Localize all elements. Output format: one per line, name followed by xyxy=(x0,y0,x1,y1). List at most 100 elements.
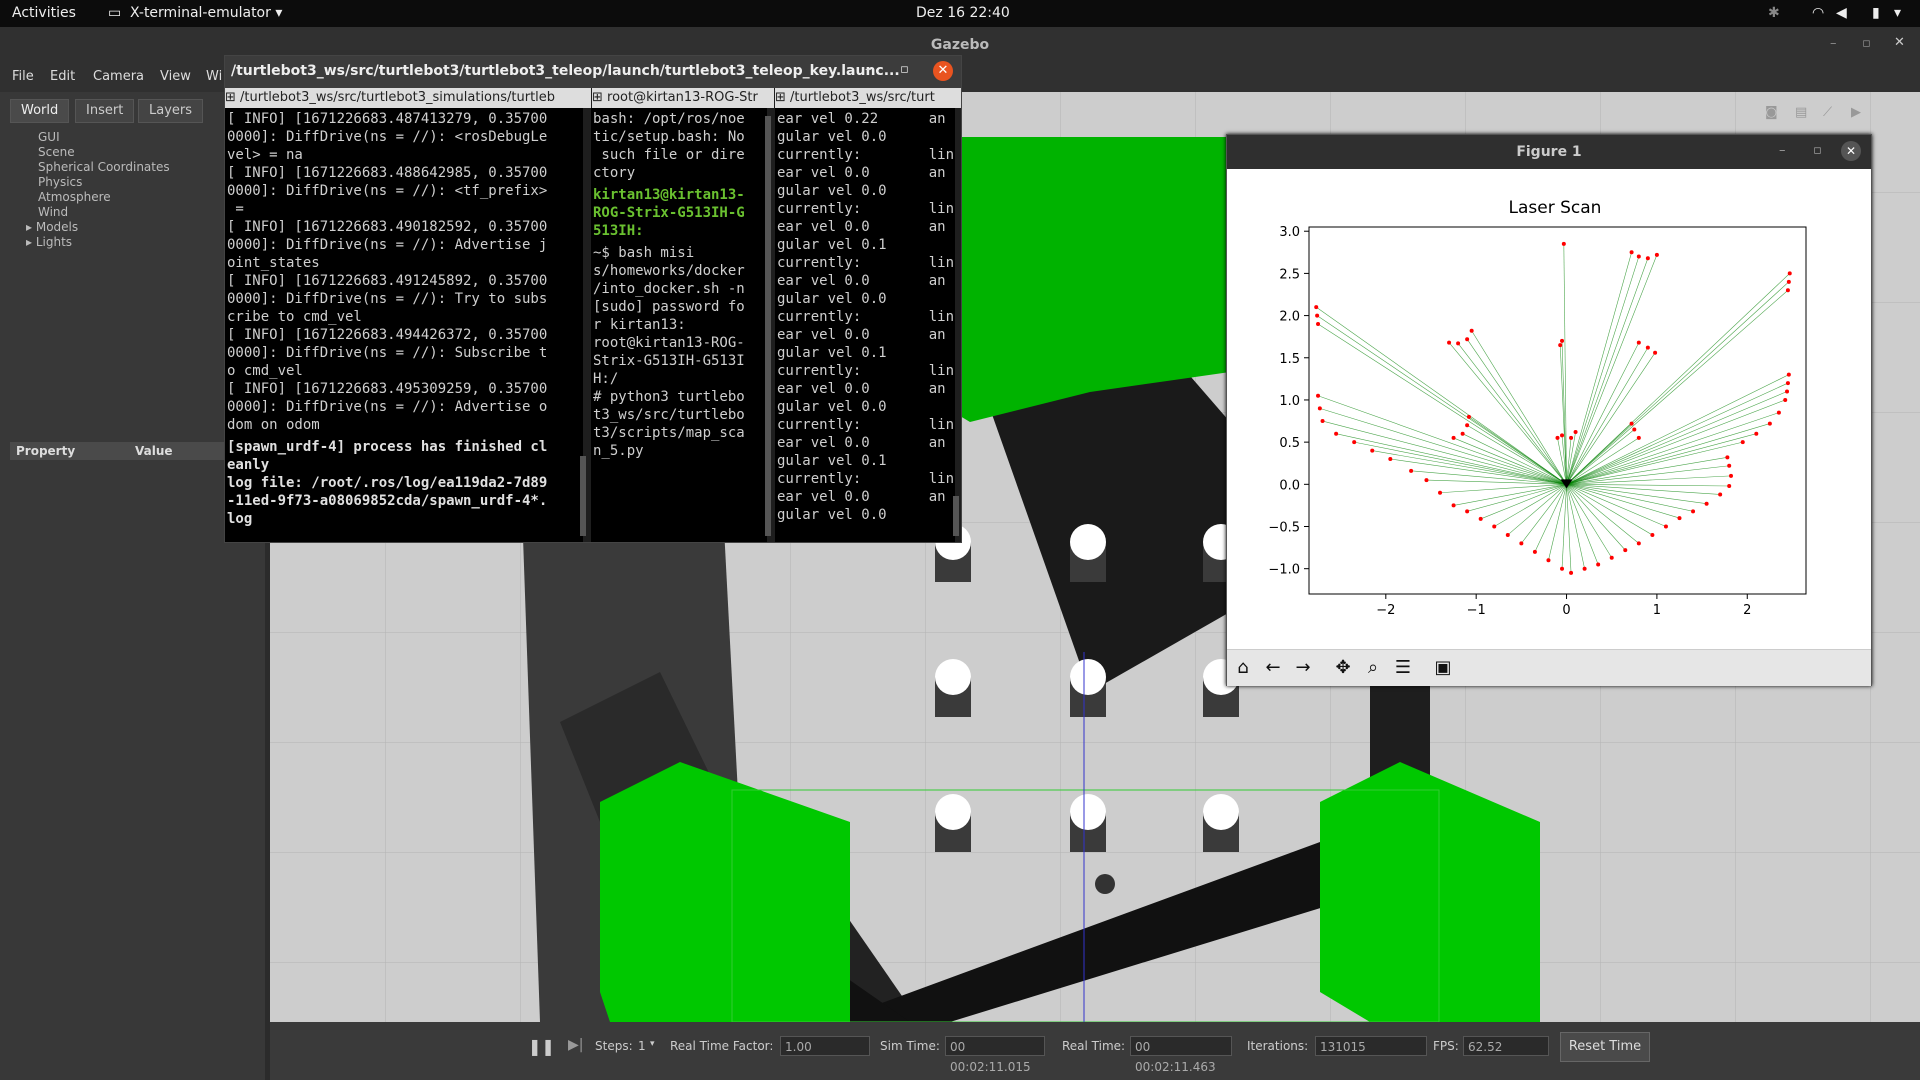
step-icon[interactable]: ▶| xyxy=(568,1037,583,1053)
scan-point xyxy=(1650,532,1655,537)
iterations-label: Iterations: xyxy=(1247,1039,1309,1053)
scan-point xyxy=(1677,516,1682,521)
scan-point xyxy=(1560,566,1565,571)
steps-label: Steps: xyxy=(595,1039,633,1053)
scan-point xyxy=(1465,337,1470,342)
terminal-tab-3-label: /turtlebot3_ws/src/turt xyxy=(790,90,935,105)
minimize-icon[interactable]: – xyxy=(1779,143,1786,158)
tree-item-wind[interactable]: Wind xyxy=(38,205,68,219)
terminal-pane-3-output: ear vel 0.22 an gular vel 0.0 currently:… xyxy=(777,111,955,523)
tab-world[interactable]: World xyxy=(10,99,70,123)
terminal-tab-1[interactable]: ⊞ /turtlebot3_ws/src/turtlebot3_simulati… xyxy=(225,88,591,108)
wifi-icon[interactable]: ◠ xyxy=(1812,5,1824,21)
x-tick-label: 2 xyxy=(1743,603,1751,618)
menu-view[interactable]: View xyxy=(160,69,191,84)
tree-expand-models[interactable]: ▸ Models xyxy=(26,220,78,234)
back-icon[interactable]: ← xyxy=(1261,657,1285,679)
figure-toolbar: ⌂ ← → ✥ ⌕ ☰ ▣ xyxy=(1227,649,1871,686)
rtf-field[interactable]: 1.00 xyxy=(780,1036,870,1056)
menu-camera[interactable]: Camera xyxy=(93,69,144,84)
scrollbar[interactable] xyxy=(953,496,959,536)
scrollbar[interactable] xyxy=(765,116,771,536)
maximize-icon[interactable]: ▫ xyxy=(1862,36,1871,51)
forward-icon[interactable]: → xyxy=(1291,657,1315,679)
scan-point xyxy=(1561,241,1566,246)
chart-title: Laser Scan xyxy=(1509,198,1602,218)
terminal-pane-3[interactable]: ear vel 0.22 an gular vel 0.0 currently:… xyxy=(775,108,955,542)
scan-point xyxy=(1725,455,1730,460)
clock[interactable]: Dez 16 22:40 xyxy=(916,5,1010,21)
maximize-icon[interactable]: ▫ xyxy=(1813,143,1822,158)
pause-icon[interactable]: ❚❚ xyxy=(528,1037,555,1056)
tab-layers[interactable]: Layers xyxy=(138,99,204,123)
tree-expand-lights[interactable]: ▸ Lights xyxy=(26,235,72,249)
y-tick-label: −1.0 xyxy=(1268,563,1300,578)
configure-icon[interactable]: ☰ xyxy=(1391,657,1415,679)
real-time-field[interactable]: 00 00:02:11.463 xyxy=(1130,1036,1232,1074)
bluetooth-icon[interactable]: ✱ xyxy=(1768,5,1780,21)
scan-point xyxy=(1653,350,1658,355)
terminal-pane-2[interactable]: bash: /opt/ros/noe tic/setup.bash: No su… xyxy=(591,108,767,542)
laser-ray xyxy=(1566,484,1653,536)
close-icon[interactable]: ✕ xyxy=(933,61,953,81)
scan-point xyxy=(1632,427,1637,432)
scan-point xyxy=(1560,338,1565,343)
plot-frame xyxy=(1308,226,1807,595)
scan-point xyxy=(1555,435,1560,440)
scrollbar[interactable] xyxy=(580,456,586,536)
laser-ray xyxy=(1566,484,1707,505)
battery-icon[interactable]: ▮ xyxy=(1872,5,1880,21)
scan-point xyxy=(1334,431,1339,436)
gazebo-title: Gazebo xyxy=(930,37,990,53)
save-icon[interactable]: ▣ xyxy=(1431,657,1455,679)
tree-item-atmosphere[interactable]: Atmosphere xyxy=(38,190,111,204)
steps-value[interactable]: 1 xyxy=(638,1039,646,1053)
laser-ray xyxy=(1566,252,1632,485)
fps-field[interactable]: 62.52 xyxy=(1463,1036,1549,1056)
scan-point xyxy=(1317,406,1322,411)
scan-point xyxy=(1596,562,1601,567)
terminal-pane-1[interactable]: [ INFO] [1671226683.487413279, 0.35700 0… xyxy=(225,108,583,542)
scan-point xyxy=(1315,313,1320,318)
laser-ray xyxy=(1566,412,1779,485)
tree-item-physics[interactable]: Physics xyxy=(38,175,82,189)
activities-button[interactable]: Activities xyxy=(12,5,76,21)
video-icon[interactable]: ▶ xyxy=(1851,105,1861,120)
minimize-icon[interactable]: – xyxy=(1830,36,1837,51)
tree-item-spherical-coordinates[interactable]: Spherical Coordinates xyxy=(38,160,170,174)
tree-item-gui[interactable]: GUI xyxy=(38,130,60,144)
maximize-icon[interactable]: ▫ xyxy=(900,62,909,77)
tab-insert[interactable]: Insert xyxy=(75,99,135,123)
camera-icon[interactable]: ◙ xyxy=(1765,105,1778,120)
close-icon[interactable]: ✕ xyxy=(1841,141,1861,161)
rtf-label: Real Time Factor: xyxy=(670,1039,774,1053)
scan-point xyxy=(1469,328,1474,333)
home-icon[interactable]: ⌂ xyxy=(1231,657,1255,679)
turtlebot-robot[interactable] xyxy=(1095,874,1115,894)
sim-time-field[interactable]: 00 00:02:11.015 xyxy=(945,1036,1045,1074)
scan-point xyxy=(1582,566,1587,571)
tree-item-scene[interactable]: Scene xyxy=(38,145,75,159)
minimize-icon[interactable]: – xyxy=(865,62,872,77)
scan-point xyxy=(1560,433,1565,438)
terminal-tab-2[interactable]: ⊞ root@kirtan13-ROG-Str xyxy=(592,88,774,108)
menu-edit[interactable]: Edit xyxy=(50,69,75,84)
scan-point xyxy=(1370,448,1375,453)
app-menu-button[interactable]: X-terminal-emulator ▾ xyxy=(130,5,282,21)
volume-icon[interactable]: ◀ xyxy=(1836,5,1847,21)
menu-file[interactable]: File xyxy=(12,69,34,84)
record-icon[interactable]: ▤ xyxy=(1795,105,1807,120)
terminal-tab-3[interactable]: ⊞ /turtlebot3_ws/src/turt xyxy=(775,88,961,108)
system-menu-icon[interactable]: ▾ xyxy=(1894,5,1901,21)
laser-scan-plot[interactable]: Laser Scan −2 −1 0 1 2 −1.0 −0.5 0.0 0.5 1.0 1.5 2.… xyxy=(1227,169,1871,649)
reset-time-button[interactable]: Reset Time xyxy=(1560,1032,1650,1062)
pan-icon[interactable]: ✥ xyxy=(1331,657,1355,679)
plot-icon[interactable]: ⟋ xyxy=(1823,105,1832,120)
iterations-field[interactable]: 131015 xyxy=(1315,1036,1427,1056)
x-tick-label: −2 xyxy=(1376,603,1395,618)
zoom-icon[interactable]: ⌕ xyxy=(1361,657,1385,679)
menu-window[interactable]: Wi xyxy=(206,69,222,84)
steps-dropdown-icon[interactable]: ▾ xyxy=(650,1039,655,1049)
laser-ray xyxy=(1566,484,1680,519)
close-icon[interactable]: ✕ xyxy=(1894,35,1905,50)
